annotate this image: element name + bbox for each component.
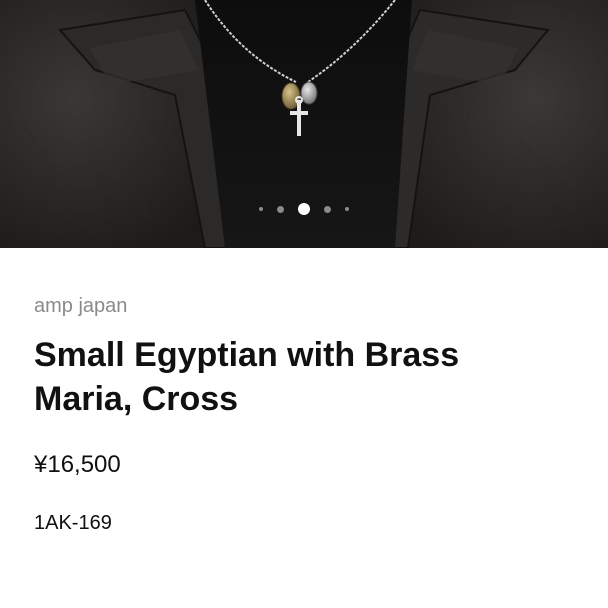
brand-name[interactable]: amp japan	[34, 294, 127, 318]
carousel-pagination	[0, 201, 608, 217]
carousel-dot[interactable]	[259, 207, 263, 211]
carousel-dot[interactable]	[345, 207, 349, 211]
carousel-dot[interactable]	[324, 205, 331, 213]
carousel-dot[interactable]	[277, 205, 284, 213]
product-page: amp japan Small Egyptian with Brass Mari…	[0, 0, 608, 608]
product-price: ¥16,500	[34, 451, 121, 478]
product-image-carousel[interactable]	[0, 0, 608, 248]
carousel-dot-active[interactable]	[298, 203, 310, 215]
product-title: Small Egyptian with Brass Maria, Cross	[34, 336, 460, 418]
product-sku: 1AK-169	[34, 512, 112, 534]
